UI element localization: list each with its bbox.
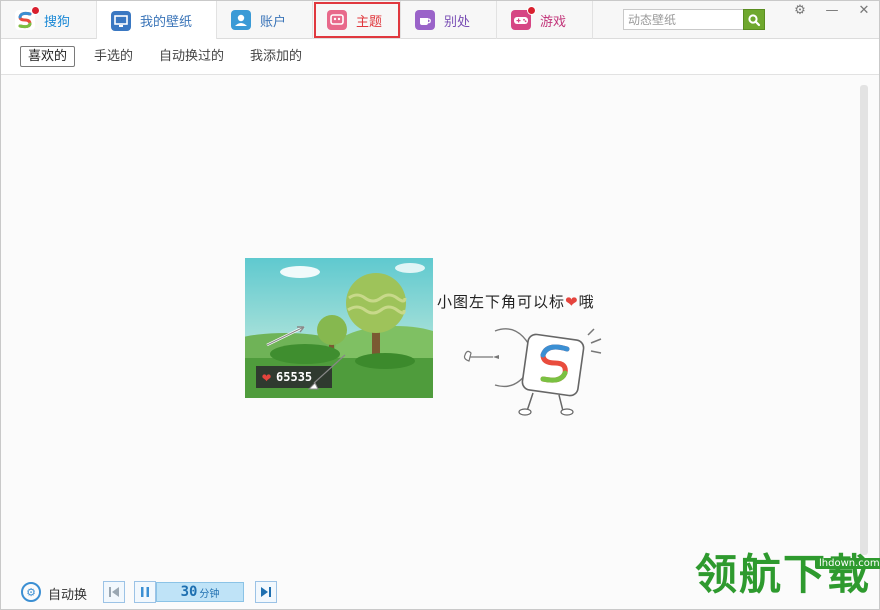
theme-icon (327, 10, 347, 30)
tab-label: 搜狗 (44, 14, 71, 30)
gear-icon: ⚙ (794, 2, 806, 18)
tab-my-wallpaper[interactable]: 我的壁纸 (97, 1, 217, 40)
notification-dot (31, 6, 40, 15)
previous-button[interactable] (103, 581, 125, 603)
tab-label: 别处 (444, 14, 471, 30)
hint-suffix: 哦 (578, 293, 595, 311)
user-icon (231, 10, 251, 30)
tab-sogou[interactable]: 搜狗 (1, 1, 97, 39)
cupid-mascot-illustration (463, 328, 602, 416)
arrow-doodle (266, 325, 346, 390)
subtab-hand-picked[interactable]: 手选的 (86, 46, 141, 67)
close-button[interactable]: ✕ (851, 1, 877, 19)
close-icon: ✕ (858, 2, 870, 18)
settings-button[interactable]: ⚙ (787, 1, 813, 19)
pause-icon (141, 587, 149, 597)
next-button[interactable] (255, 581, 277, 603)
monitor-icon (111, 10, 131, 31)
subtab-auto-changed[interactable]: 自动换过的 (151, 46, 232, 67)
watermark-url: lhdown.com (815, 558, 880, 569)
heart-icon: ❤ (565, 293, 579, 311)
wallpaper-list-area (1, 76, 879, 566)
tab-account[interactable]: 账户 (217, 1, 313, 39)
hint-text: 小图左下角可以标 (437, 293, 566, 311)
search-button[interactable] (743, 9, 765, 30)
subtab-liked[interactable]: 喜欢的 (20, 46, 76, 67)
scrollbar[interactable] (860, 85, 868, 555)
tab-games[interactable]: 游戏 (497, 1, 593, 39)
interval-selector[interactable]: 30 分钟 (156, 582, 244, 602)
sub-tab-bar: 喜欢的 手选的 自动换过的 我添加的 (1, 39, 879, 75)
minimize-button[interactable]: — (819, 1, 845, 19)
auto-change-icon[interactable]: ⚙ (21, 582, 41, 602)
app-window: 搜狗 我的壁纸 账户 主题 别处 游戏 动态壁纸 ⚙ — ✕ 喜欢的 手选的 自… (0, 0, 880, 610)
gamepad-icon (511, 6, 536, 30)
auto-change-label[interactable]: 自动换 (48, 584, 87, 603)
minimize-icon: — (825, 2, 839, 18)
subtab-added-by-me[interactable]: 我添加的 (242, 46, 310, 67)
tab-label: 我的壁纸 (140, 15, 193, 30)
sogou-logo-icon (15, 6, 40, 30)
search-input[interactable] (624, 10, 742, 29)
skip-previous-icon (109, 587, 119, 597)
search-box (623, 9, 765, 30)
empty-hint: 小图左下角可以标❤哦 (437, 291, 595, 312)
notification-dot (527, 6, 536, 15)
tab-label: 主题 (356, 14, 383, 30)
pause-button[interactable] (134, 581, 156, 603)
skip-next-icon (261, 587, 271, 597)
tab-label: 游戏 (540, 14, 567, 30)
coffee-cup-icon (415, 10, 435, 30)
interval-unit: 分钟 (199, 588, 220, 600)
tab-theme[interactable]: 主题 (313, 1, 401, 39)
search-icon (748, 13, 761, 26)
tab-elsewhere[interactable]: 别处 (401, 1, 497, 39)
top-tab-bar: 搜狗 我的壁纸 账户 主题 别处 游戏 动态壁纸 ⚙ — ✕ (1, 1, 879, 40)
tab-label: 账户 (260, 14, 287, 30)
interval-value: 30 (180, 584, 198, 600)
